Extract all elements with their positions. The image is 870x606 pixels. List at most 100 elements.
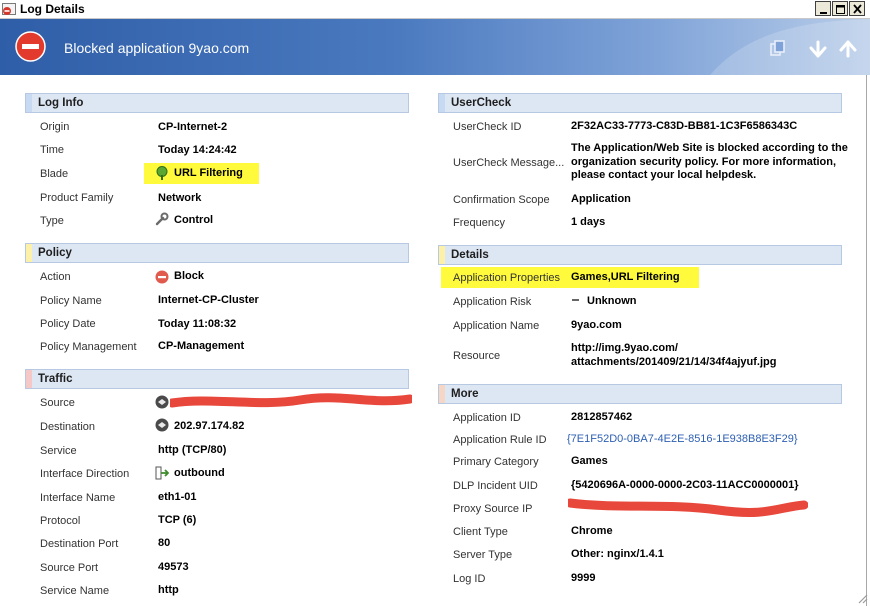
blade-value: URL Filtering: [174, 167, 243, 179]
confirmation-scope-label: Confirmation Scope: [453, 194, 550, 206]
more-header: More: [438, 384, 842, 404]
protocol-label: Protocol: [40, 515, 81, 527]
service-name-label: Service Name: [40, 585, 110, 597]
server-type-label: Server Type: [453, 549, 513, 561]
dlp-incident-uid-label: DLP Incident UID: [453, 480, 538, 492]
policy-management-value: CP-Management: [158, 340, 245, 352]
usercheck-message-value: The Application/Web Site is blocked acco…: [571, 142, 848, 181]
log-id-value: 9999: [571, 572, 596, 584]
section-title: Details: [451, 249, 489, 261]
proxy-source-ip-label: Proxy Source IP: [453, 503, 533, 515]
traffic-header: Traffic: [25, 369, 409, 389]
resource-label: Resource: [453, 350, 501, 362]
close-icon: [853, 4, 862, 14]
host-icon: [155, 395, 169, 409]
action-value: Block: [174, 270, 204, 282]
window-border: [866, 75, 867, 606]
section-title: UserCheck: [451, 97, 512, 109]
resource-value: http://img.9yao.com/ attachments/201409/…: [571, 342, 777, 368]
policy-management-label: Policy Management: [40, 341, 137, 353]
source-port-label: Source Port: [40, 562, 99, 574]
time-value: Today 14:24:42: [158, 144, 237, 156]
blocked-icon: [15, 31, 46, 62]
minimize-button[interactable]: [815, 1, 831, 16]
protocol-value: TCP (6): [158, 514, 197, 526]
client-type-label: Client Type: [453, 526, 508, 538]
destination-label: Destination: [40, 421, 96, 433]
service-value: http (TCP/80): [158, 444, 227, 456]
risk-dash-icon: [572, 299, 579, 301]
usercheck-id-value: 2F32AC33-7773-C83D-BB81-1C3F6586343C: [571, 120, 798, 132]
type-value: Control: [174, 214, 214, 226]
destination-value: 202.97.174.82: [174, 420, 245, 432]
minimize-icon: [820, 12, 827, 14]
details-header: Details: [438, 245, 842, 265]
log-info-header: Log Info: [25, 93, 409, 113]
section-title: Traffic: [38, 373, 73, 385]
policy-name-label: Policy Name: [40, 295, 102, 307]
application-properties-label: Application Properties: [453, 272, 561, 284]
application-name-value: 9yao.com: [571, 319, 622, 331]
page-title: Blocked application 9yao.com: [64, 40, 250, 56]
interface-direction-label: Interface Direction: [40, 468, 130, 480]
application-rule-id-link[interactable]: {7E1F52D0-0BA7-4E2E-8516-1E938B8E3F29}: [567, 433, 798, 445]
log-id-label: Log ID: [453, 573, 486, 585]
arrow-down-icon[interactable]: [808, 39, 828, 59]
arrow-up-icon[interactable]: [838, 39, 858, 59]
policy-date-value: Today 11:08:32: [158, 318, 237, 330]
interface-direction-value: outbound: [174, 467, 225, 479]
copy-icon[interactable]: [768, 39, 788, 59]
source-label: Source: [40, 397, 75, 409]
application-risk-value: Unknown: [587, 295, 637, 307]
close-button[interactable]: [849, 1, 865, 16]
section-color-bar: [439, 94, 445, 112]
title-bar: Log Details: [0, 0, 870, 19]
section-color-bar: [26, 94, 32, 112]
application-id-label: Application ID: [453, 412, 521, 424]
blade-label: Blade: [40, 168, 69, 180]
maximize-button[interactable]: [832, 1, 848, 16]
usercheck-id-label: UserCheck ID: [453, 121, 522, 133]
block-icon: [155, 270, 169, 284]
destination-port-value: 80: [158, 537, 171, 549]
header-banner: Blocked application 9yao.com: [0, 19, 870, 75]
primary-category-label: Primary Category: [453, 456, 539, 468]
dlp-incident-uid-value: {5420696A-0000-0000-2C03-11ACC0000001}: [571, 479, 799, 491]
origin-value: CP-Internet-2: [158, 121, 228, 133]
application-properties-value: Games,URL Filtering: [571, 271, 680, 283]
usercheck-header: UserCheck: [438, 93, 842, 113]
destination-port-label: Destination Port: [40, 538, 119, 550]
application-id-value: 2812857462: [571, 411, 633, 423]
section-title: Policy: [38, 247, 72, 259]
policy-name-value: Internet-CP-Cluster: [158, 294, 259, 306]
service-name-value: http: [158, 584, 179, 596]
server-type-value: Other: nginx/1.4.1: [571, 548, 664, 560]
wrench-icon: [155, 212, 169, 226]
redaction-mark: [568, 498, 808, 517]
client-type-value: Chrome: [571, 525, 613, 537]
section-color-bar: [439, 246, 445, 264]
host-icon: [155, 418, 169, 432]
redaction-mark: [170, 393, 412, 408]
action-label: Action: [40, 271, 71, 283]
application-risk-label: Application Risk: [453, 296, 532, 308]
product-family-label: Product Family: [40, 192, 114, 204]
app-icon: [2, 3, 16, 15]
primary-category-value: Games: [571, 455, 608, 467]
interface-name-label: Interface Name: [40, 492, 116, 504]
section-color-bar: [26, 370, 32, 388]
url-filtering-icon: [156, 166, 168, 180]
time-label: Time: [40, 144, 65, 156]
type-label: Type: [40, 215, 64, 227]
source-port-value: 49573: [158, 561, 189, 573]
window-title: Log Details: [20, 2, 85, 16]
maximize-icon: [836, 5, 845, 14]
frequency-label: Frequency: [453, 217, 505, 229]
section-title: Log Info: [38, 97, 84, 109]
usercheck-message-label: UserCheck Message...: [453, 157, 565, 169]
outbound-arrow-icon: [155, 466, 169, 480]
resize-grip-icon[interactable]: [856, 592, 868, 604]
frequency-value: 1 days: [571, 216, 606, 228]
service-label: Service: [40, 445, 77, 457]
section-color-bar: [439, 385, 445, 403]
